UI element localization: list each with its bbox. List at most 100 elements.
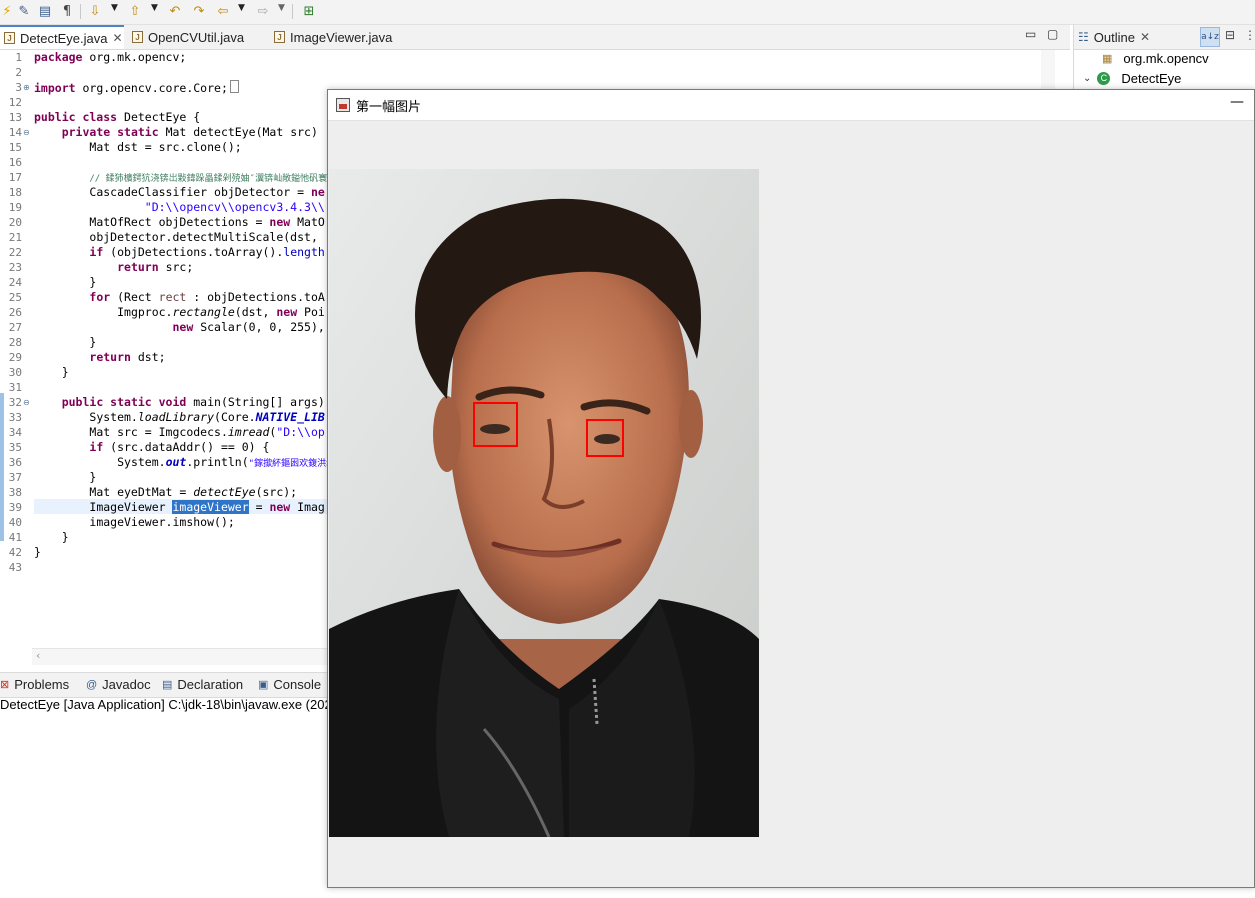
open-task-icon[interactable]: ⊞: [300, 1, 318, 21]
line-number: 32: [8, 396, 22, 409]
tab-outline[interactable]: ☷ Outline ✕: [1078, 25, 1150, 49]
line-number: 40: [8, 516, 22, 529]
line-number: 3: [15, 81, 22, 94]
tab-declaration[interactable]: ▤ Declaration: [162, 677, 243, 692]
line-number: 2: [15, 66, 22, 79]
tab-javadoc[interactable]: @ Javadoc: [86, 677, 151, 692]
bottom-panel-tabs: ⊠ Problems @ Javadoc ▤ Declaration ▣ Con…: [0, 672, 330, 698]
close-icon[interactable]: ✕: [1140, 30, 1150, 44]
outline-item-class[interactable]: ⌄ C DetectEye: [1083, 71, 1181, 86]
line-number: 30: [8, 366, 22, 379]
folded-region-icon[interactable]: [229, 80, 239, 93]
minimize-icon[interactable]: ▭: [1025, 27, 1036, 41]
code-line: if (src.dataAddr() == 0) {: [89, 440, 270, 454]
previous-annotation-icon[interactable]: ⇧: [126, 1, 144, 21]
code-line: Mat dst = src.clone();: [89, 140, 242, 154]
view-menu-icon[interactable]: ⋮: [1244, 28, 1255, 42]
line-number: 17: [8, 171, 22, 184]
line-number: 14: [8, 126, 22, 139]
chevron-down-icon[interactable]: ▼: [278, 3, 285, 13]
last-edit-icon[interactable]: ↶: [166, 1, 184, 21]
code-line: import org.opencv.core.Core;: [34, 80, 239, 96]
line-number: 23: [8, 261, 22, 274]
code-line: }: [61, 530, 69, 544]
tab-label: OpenCVUtil.java: [148, 29, 245, 45]
code-line: imageViewer.imshow();: [89, 515, 235, 529]
outline-item-package[interactable]: ▦ org.mk.opencv: [1102, 51, 1209, 66]
last-edit-forward-icon[interactable]: ↷: [190, 1, 208, 21]
line-number: 37: [8, 471, 22, 484]
line-number: 13: [8, 111, 22, 124]
java-file-icon: J: [132, 31, 143, 43]
main-toolbar: ⚡ ✎ ▤ ¶ ⇩ ▼ ⇧ ▼ ↶ ↷ ⇦ ▼ ⇨ ▼ ⊞: [0, 0, 1255, 25]
chevron-down-icon[interactable]: ▼: [151, 3, 158, 13]
collapse-fold-icon[interactable]: ⊖: [23, 398, 30, 407]
code-line: CascadeClassifier objDetector = ne: [89, 185, 325, 199]
forward-icon[interactable]: ⇨: [254, 1, 272, 21]
next-annotation-icon[interactable]: ⇩: [86, 1, 104, 21]
scroll-left-icon[interactable]: ‹: [36, 649, 40, 662]
code-line: Imgproc.rectangle(dst, new Poi: [117, 305, 325, 319]
close-icon[interactable]: ✕: [112, 31, 122, 45]
javadoc-icon: @: [86, 678, 98, 691]
line-number: 43: [8, 561, 22, 574]
horizontal-scrollbar[interactable]: ‹: [32, 648, 332, 665]
code-line: Mat src = Imgcodecs.imread("D:\\op: [89, 425, 325, 439]
detected-face-image: [329, 169, 759, 837]
collapse-fold-icon[interactable]: ⊖: [23, 128, 30, 137]
line-number: 27: [8, 321, 22, 334]
line-number: 20: [8, 216, 22, 229]
outline-title: Outline: [1093, 29, 1135, 45]
line-number: 16: [8, 156, 22, 169]
code-line: ImageViewer imageViewer = new Imag: [89, 500, 325, 514]
code-line: }: [89, 275, 97, 289]
code-line: package org.mk.opencv;: [34, 50, 187, 64]
line-number: 35: [8, 441, 22, 454]
expand-fold-icon[interactable]: ⊕: [23, 83, 30, 92]
code-line: }: [34, 545, 41, 559]
editor-tab-bar: J DetectEye.java ✕ J OpenCVUtil.java J I…: [0, 25, 1070, 50]
page-icon[interactable]: ▤: [36, 1, 54, 21]
window-title-bar[interactable]: 第一幅图片 —: [328, 90, 1254, 121]
code-line: objDetector.detectMultiScale(dst,: [89, 230, 318, 244]
line-number: 36: [8, 456, 22, 469]
tab-label: ImageViewer.java: [290, 29, 393, 45]
console-icon: ▣: [258, 679, 269, 691]
code-line: Mat eyeDtMat = detectEye(src);: [89, 485, 298, 499]
line-number: 21: [8, 231, 22, 244]
line-number: 34: [8, 426, 22, 439]
back-icon[interactable]: ⇦: [214, 1, 232, 21]
tab-console[interactable]: ▣ Console: [258, 677, 321, 692]
line-number: 29: [8, 351, 22, 364]
pilcrow-icon[interactable]: ¶: [58, 1, 76, 21]
chevron-down-icon[interactable]: ▼: [111, 3, 118, 13]
eye-detection-box: [473, 402, 518, 447]
code-line: if (objDetections.toArray().length: [89, 245, 325, 259]
code-line: }: [61, 365, 69, 379]
line-number: 15: [8, 141, 22, 154]
class-icon: C: [1097, 72, 1111, 85]
java-file-icon: J: [274, 31, 285, 43]
sort-icon[interactable]: a↓z: [1200, 27, 1220, 47]
outline-tab-bar: ☷ Outline ✕ a↓z ⊟ ⋮: [1074, 25, 1255, 50]
line-number: 12: [8, 96, 22, 109]
code-line: System.loadLibrary(Core.NATIVE_LIB: [89, 410, 325, 424]
line-number: 18: [8, 186, 22, 199]
tab-imageviewer[interactable]: J ImageViewer.java: [270, 25, 410, 49]
edit-icon[interactable]: ✎: [14, 1, 34, 21]
code-line: public class DetectEye {: [34, 110, 201, 124]
tab-opencvutil[interactable]: J OpenCVUtil.java: [128, 25, 258, 49]
minimize-button[interactable]: —: [1230, 94, 1244, 110]
toolbar-separator: [80, 4, 81, 19]
chevron-down-icon[interactable]: ⌄: [1083, 73, 1091, 84]
image-viewer-window[interactable]: 第一幅图片 —: [327, 89, 1255, 888]
selected-text: imageViewer: [172, 500, 249, 514]
tab-detecteye[interactable]: J DetectEye.java ✕: [0, 25, 124, 49]
chevron-down-icon[interactable]: ▼: [238, 3, 245, 13]
tab-problems[interactable]: ⊠ Problems: [0, 677, 69, 692]
collapse-all-icon[interactable]: ⊟: [1225, 28, 1235, 42]
maximize-icon[interactable]: ▢: [1047, 27, 1058, 41]
line-number: 22: [8, 246, 22, 259]
line-number: 33: [8, 411, 22, 424]
lightning-icon[interactable]: ⚡: [0, 1, 14, 21]
